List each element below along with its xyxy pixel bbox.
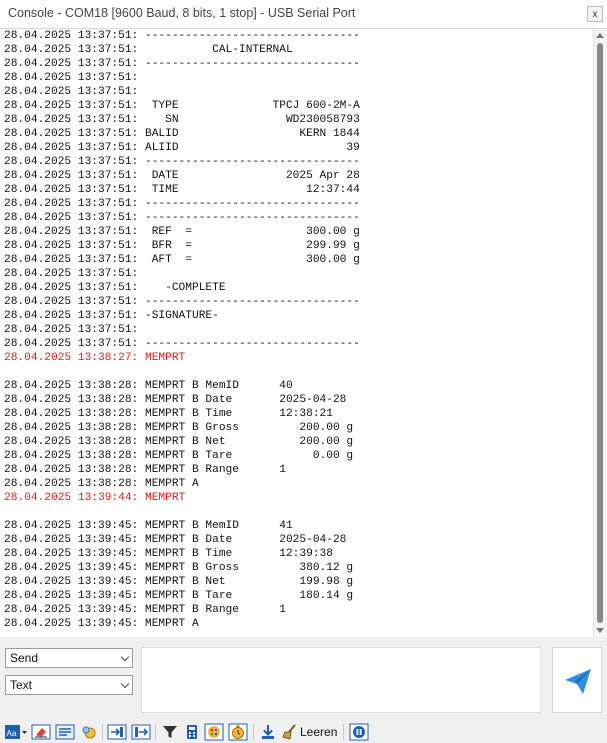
settings-icon[interactable]: [79, 723, 99, 741]
console-line: 28.04.2025 13:37:51: -SIGNATURE-: [4, 310, 219, 322]
console-output[interactable]: 28.04.2025 13:37:51: -------------------…: [0, 29, 593, 637]
import-icon[interactable]: [107, 723, 127, 741]
send-button[interactable]: [552, 647, 602, 713]
send-mode-value: Send: [10, 651, 39, 665]
timer-icon[interactable]: [228, 723, 248, 741]
console-line: 28.04.2025 13:37:51: SN WD230058793: [4, 114, 360, 126]
calculator-icon[interactable]: [183, 723, 201, 741]
paper-plane-icon: [565, 669, 591, 694]
console-line: 28.04.2025 13:37:51: -COMPLETE: [4, 282, 226, 294]
download-icon[interactable]: [259, 723, 277, 741]
console-line: 28.04.2025 13:37:51:: [4, 72, 139, 84]
word-wrap-icon[interactable]: [55, 723, 75, 741]
console-line: 28.04.2025 13:37:51: -------------------…: [4, 30, 360, 42]
console-line: 28.04.2025 13:37:51: TIME 12:37:44: [4, 184, 360, 196]
console-line: 28.04.2025 13:37:51: REF = 300.00 g: [4, 226, 360, 238]
console-line: 28.04.2025 13:37:51:: [4, 324, 139, 336]
console-line: 28.04.2025 13:37:51: AFT = 300.00 g: [4, 254, 360, 266]
console-scrollbar[interactable]: [593, 29, 607, 637]
console-line: 28.04.2025 13:37:51: TYPE TPCJ 600-2M-A: [4, 100, 360, 112]
console-line: 28.04.2025 13:38:28: MEMPRT B Range 1: [4, 464, 286, 476]
console-line: 28.04.2025 13:38:28: MEMPRT A: [4, 478, 199, 490]
send-mode-select[interactable]: Send: [5, 648, 133, 668]
toolbar-separator: [343, 724, 344, 740]
chevron-down-icon: [120, 679, 130, 689]
color-palette-icon[interactable]: [204, 723, 224, 741]
svg-text:Aa: Aa: [7, 729, 17, 738]
toolbar-separator: [102, 724, 103, 740]
close-button[interactable]: x: [587, 6, 603, 22]
title-bar: Console - COM18 [9600 Baud, 8 bits, 1 st…: [0, 0, 607, 29]
toolbar-separator: [253, 724, 254, 740]
console-line: 28.04.2025 13:39:44: MEMPRT: [4, 492, 186, 504]
console-line: 28.04.2025 13:37:51: -------------------…: [4, 58, 360, 70]
console-line: 28.04.2025 13:38:28: MEMPRT B Gross 200.…: [4, 422, 354, 434]
toolbar-separator: [155, 724, 156, 740]
scroll-up-icon[interactable]: [596, 33, 604, 38]
scroll-down-icon[interactable]: [596, 628, 604, 633]
send-input[interactable]: [141, 647, 541, 713]
clear-button[interactable]: Leeren: [300, 725, 337, 739]
console-line: 28.04.2025 13:39:45: MEMPRT B Net 199.98…: [4, 576, 354, 588]
console-line: 28.04.2025 13:38:28: MEMPRT B Date 2025-…: [4, 394, 347, 406]
console-line: 28.04.2025 13:37:51: -------------------…: [4, 156, 360, 168]
font-size-icon[interactable]: Aa: [4, 723, 28, 741]
scroll-thumb[interactable]: [597, 43, 603, 623]
chevron-down-icon: [120, 652, 130, 662]
window-title: Console - COM18 [9600 Baud, 8 bits, 1 st…: [8, 6, 356, 20]
console-line: 28.04.2025 13:39:45: MEMPRT B MemID 41: [4, 520, 293, 532]
console-lines: 28.04.2025 13:37:51: -------------------…: [4, 29, 360, 631]
console-line: 28.04.2025 13:39:45: MEMPRT B Time 12:39…: [4, 548, 333, 560]
console-line: 28.04.2025 13:39:45: MEMPRT A: [4, 618, 199, 630]
console-line: 28.04.2025 13:37:51: BALID KERN 1844: [4, 128, 360, 140]
console-line: 28.04.2025 13:39:45: MEMPRT B Gross 380.…: [4, 562, 354, 574]
console-line: 28.04.2025 13:38:28: MEMPRT B Tare 0.00 …: [4, 450, 354, 462]
console-line: 28.04.2025 13:37:51: -------------------…: [4, 296, 360, 308]
format-select[interactable]: Text: [5, 675, 133, 695]
filter-icon[interactable]: [161, 723, 179, 741]
console-line: 28.04.2025 13:38:27: MEMPRT: [4, 352, 186, 364]
broom-icon[interactable]: [281, 723, 299, 741]
eraser-icon[interactable]: [31, 723, 51, 741]
console-line: 28.04.2025 13:38:28: MEMPRT B MemID 40: [4, 380, 293, 392]
format-value: Text: [10, 678, 33, 692]
export-icon[interactable]: [131, 723, 151, 741]
console-line: 28.04.2025 13:37:51:: [4, 86, 139, 98]
pause-icon[interactable]: [349, 723, 369, 741]
send-panel: Send Text: [0, 637, 607, 719]
console-line: 28.04.2025 13:37:51: -------------------…: [4, 212, 360, 224]
console-line: 28.04.2025 13:37:51: BFR = 299.99 g: [4, 240, 360, 252]
console-line: 28.04.2025 13:37:51: -------------------…: [4, 198, 360, 210]
console-line: 28.04.2025 13:38:28: MEMPRT B Net 200.00…: [4, 436, 354, 448]
console-line: 28.04.2025 13:37:51: ALIID 39: [4, 142, 360, 154]
console-line: 28.04.2025 13:38:28: MEMPRT B Time 12:38…: [4, 408, 333, 420]
console-line: 28.04.2025 13:37:51:: [4, 268, 139, 280]
console-line: 28.04.2025 13:39:45: MEMPRT B Tare 180.1…: [4, 590, 354, 602]
console-line: 28.04.2025 13:37:51: DATE 2025 Apr 28: [4, 170, 360, 182]
console-line: 28.04.2025 13:37:51: CAL-INTERNAL: [4, 44, 293, 56]
console-line: 28.04.2025 13:39:45: MEMPRT B Range 1: [4, 604, 286, 616]
console-line: 28.04.2025 13:39:45: MEMPRT B Date 2025-…: [4, 534, 347, 546]
bottom-toolbar: Aa Leeren: [0, 721, 607, 743]
console-line: 28.04.2025 13:37:51: -------------------…: [4, 338, 360, 350]
